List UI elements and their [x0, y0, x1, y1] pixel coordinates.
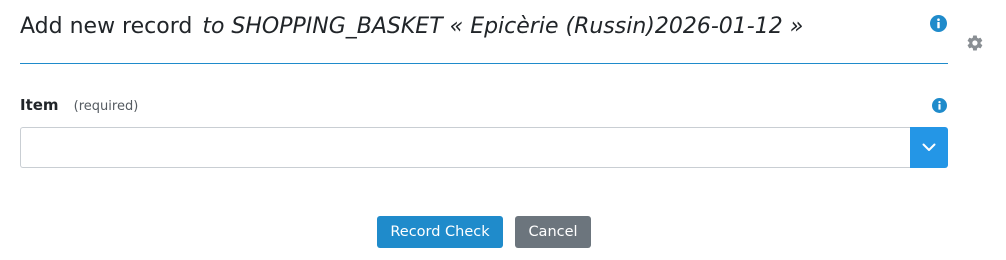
item-select[interactable]: [20, 127, 948, 168]
page-subtitle: to SHOPPING_BASKET « Epicèrie (Russin)20…: [202, 14, 804, 39]
item-dropdown-button[interactable]: [910, 127, 948, 168]
record-check-button[interactable]: Record Check: [377, 216, 503, 248]
page-title: Add new record to SHOPPING_BASKET « Epic…: [20, 10, 803, 44]
required-note: (required): [73, 99, 139, 114]
info-icon[interactable]: [930, 15, 947, 32]
header-divider: [20, 63, 948, 64]
item-info-icon-glyph: [938, 101, 941, 110]
cancel-button[interactable]: Cancel: [515, 216, 591, 248]
item-info-icon[interactable]: [932, 98, 947, 113]
chevron-down-icon: [922, 143, 936, 151]
item-input[interactable]: [20, 127, 910, 168]
item-label: Item: [20, 96, 59, 114]
gear-icon-glyph: [967, 35, 983, 51]
info-icon-glyph: [937, 18, 940, 29]
item-field-label: Item (required): [20, 94, 138, 116]
gear-icon[interactable]: [966, 34, 984, 52]
page-title-text: Add new record: [20, 14, 193, 39]
